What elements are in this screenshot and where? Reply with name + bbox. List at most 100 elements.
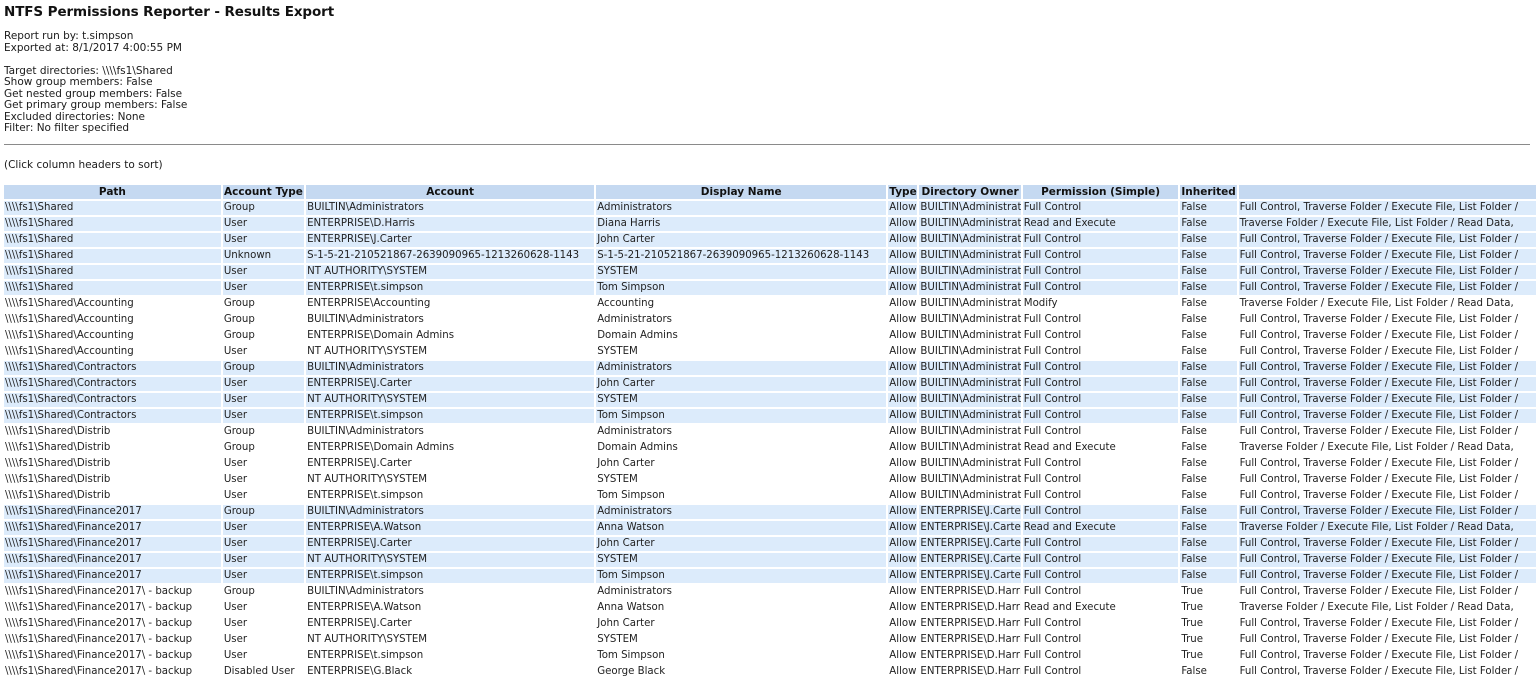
table-row: \\\\fs1\Shared\Distrib Group ENTERPRISE\Do… xyxy=(4,440,1536,455)
cell-account-type: User xyxy=(222,616,305,631)
table-row: \\\\fs1\Shared\Finance2017 User ENTERPRISE… xyxy=(4,536,1536,551)
cell-permission-simple: Full Control xyxy=(1022,328,1179,343)
table-row: \\\\fs1\Shared\Finance2017 User NT AUTHORI… xyxy=(4,552,1536,567)
column-header-type[interactable]: Type xyxy=(888,184,918,199)
cell-account: BUILTIN\Administrators xyxy=(306,312,595,327)
cell-account: ENTERPRISE\t.simpson xyxy=(306,280,595,295)
cell-path: \\\\fs1\Shared\Finance2017 xyxy=(4,520,221,535)
column-header-display-name[interactable]: Display Name xyxy=(596,184,887,199)
cell-permission-simple: Full Control xyxy=(1022,312,1179,327)
cell-account-type: User xyxy=(222,216,305,231)
column-header-permission-advanced[interactable] xyxy=(1238,184,1536,199)
cell-display-name: Administrators xyxy=(596,584,887,599)
cell-type: Allow xyxy=(888,248,918,263)
cell-directory-owner: ENTERPRISE\J.Carter xyxy=(919,504,1021,519)
cell-inherited: False xyxy=(1180,280,1237,295)
setting-primary-group-members: Get primary group members: False xyxy=(4,99,188,111)
cell-path: \\\\fs1\Shared\Contractors xyxy=(4,376,221,391)
report-info: Report run by: t.simpson Exported at: 8/… xyxy=(4,30,1536,54)
column-header-inherited[interactable]: Inherited xyxy=(1180,184,1237,199)
cell-permission-simple: Read and Execute xyxy=(1022,440,1179,455)
cell-inherited: False xyxy=(1180,216,1237,231)
column-header-permission-simple[interactable]: Permission (Simple) xyxy=(1022,184,1179,199)
cell-account: BUILTIN\Administrators xyxy=(306,200,595,215)
cell-account: ENTERPRISE\D.Harris xyxy=(306,216,595,231)
cell-type: Allow xyxy=(888,264,918,279)
cell-type: Allow xyxy=(888,600,918,615)
cell-type: Allow xyxy=(888,568,918,583)
cell-inherited: False xyxy=(1180,568,1237,583)
cell-permission-advanced: Full Control, Traverse Folder / Execute … xyxy=(1238,200,1536,215)
column-header-directory-owner[interactable]: Directory Owner xyxy=(919,184,1021,199)
cell-inherited: False xyxy=(1180,408,1237,423)
cell-account-type: User xyxy=(222,520,305,535)
cell-path: \\\\fs1\Shared\Finance2017\ - backup xyxy=(4,632,221,647)
cell-display-name: Tom Simpson xyxy=(596,648,887,663)
cell-inherited: False xyxy=(1180,424,1237,439)
column-header-account-type[interactable]: Account Type xyxy=(222,184,305,199)
report-exported-at: Exported at: 8/1/2017 4:00:55 PM xyxy=(4,41,182,54)
cell-directory-owner: BUILTIN\Administrators xyxy=(919,296,1021,311)
cell-account: NT AUTHORITY\SYSTEM xyxy=(306,632,595,647)
table-row: \\\\fs1\Shared\Contractors User ENTERPRISE… xyxy=(4,376,1536,391)
cell-directory-owner: BUILTIN\Administrators xyxy=(919,456,1021,471)
table-row: \\\\fs1\Shared\Accounting Group BUILTIN\Ad… xyxy=(4,312,1536,327)
cell-path: \\\\fs1\Shared\Accounting xyxy=(4,296,221,311)
cell-path: \\\\fs1\Shared\Contractors xyxy=(4,360,221,375)
cell-display-name: Anna Watson xyxy=(596,520,887,535)
cell-type: Allow xyxy=(888,216,918,231)
cell-permission-advanced: Full Control, Traverse Folder / Execute … xyxy=(1238,344,1536,359)
cell-account: ENTERPRISE\t.simpson xyxy=(306,568,595,583)
cell-path: \\\\fs1\Shared\Distrib xyxy=(4,456,221,471)
cell-account-type: Group xyxy=(222,328,305,343)
cell-inherited: False xyxy=(1180,232,1237,247)
cell-permission-advanced: Full Control, Traverse Folder / Execute … xyxy=(1238,616,1536,631)
report-page: NTFS Permissions Reporter - Results Expo… xyxy=(0,0,1536,681)
cell-path: \\\\fs1\Shared\Contractors xyxy=(4,408,221,423)
cell-type: Allow xyxy=(888,344,918,359)
cell-permission-simple: Full Control xyxy=(1022,360,1179,375)
cell-account-type: Group xyxy=(222,312,305,327)
cell-account: BUILTIN\Administrators xyxy=(306,504,595,519)
table-row: \\\\fs1\Shared User ENTERPRISE\t.simpson To… xyxy=(4,280,1536,295)
cell-directory-owner: BUILTIN\Administrators xyxy=(919,216,1021,231)
cell-account-type: User xyxy=(222,392,305,407)
cell-path: \\\\fs1\Shared xyxy=(4,280,221,295)
column-header-account[interactable]: Account xyxy=(306,184,595,199)
cell-account-type: User xyxy=(222,264,305,279)
cell-display-name: Tom Simpson xyxy=(596,408,887,423)
cell-directory-owner: BUILTIN\Administrators xyxy=(919,264,1021,279)
cell-directory-owner: ENTERPRISE\J.Carter xyxy=(919,568,1021,583)
cell-account: BUILTIN\Administrators xyxy=(306,424,595,439)
results-table: Path Account Type Account Display Name T… xyxy=(2,183,1536,681)
cell-account: NT AUTHORITY\SYSTEM xyxy=(306,344,595,359)
cell-permission-simple: Full Control xyxy=(1022,664,1179,679)
cell-account-type: User xyxy=(222,536,305,551)
cell-account: NT AUTHORITY\SYSTEM xyxy=(306,472,595,487)
cell-permission-advanced: Full Control, Traverse Folder / Execute … xyxy=(1238,360,1536,375)
cell-account-type: Group xyxy=(222,200,305,215)
cell-display-name: SYSTEM xyxy=(596,552,887,567)
cell-account: ENTERPRISE\Domain Admins xyxy=(306,328,595,343)
cell-account-type: Group xyxy=(222,296,305,311)
cell-display-name: John Carter xyxy=(596,536,887,551)
cell-directory-owner: ENTERPRISE\D.Harris xyxy=(919,648,1021,663)
cell-inherited: False xyxy=(1180,536,1237,551)
cell-account-type: User xyxy=(222,600,305,615)
cell-account-type: User xyxy=(222,344,305,359)
cell-permission-simple: Full Control xyxy=(1022,632,1179,647)
cell-inherited: False xyxy=(1180,328,1237,343)
cell-permission-simple: Read and Execute xyxy=(1022,600,1179,615)
table-row: \\\\fs1\Shared\Finance2017\ - backup Disa… xyxy=(4,664,1536,679)
cell-permission-simple: Full Control xyxy=(1022,392,1179,407)
column-header-path[interactable]: Path xyxy=(4,184,221,199)
cell-permission-advanced: Full Control, Traverse Folder / Execute … xyxy=(1238,664,1536,679)
cell-account: ENTERPRISE\t.simpson xyxy=(306,408,595,423)
cell-account: NT AUTHORITY\SYSTEM xyxy=(306,392,595,407)
cell-directory-owner: BUILTIN\Administrators xyxy=(919,488,1021,503)
page-title: NTFS Permissions Reporter - Results Expo… xyxy=(4,4,335,20)
cell-display-name: SYSTEM xyxy=(596,344,887,359)
cell-directory-owner: ENTERPRISE\D.Harris xyxy=(919,584,1021,599)
cell-display-name: SYSTEM xyxy=(596,632,887,647)
cell-inherited: True xyxy=(1180,648,1237,663)
